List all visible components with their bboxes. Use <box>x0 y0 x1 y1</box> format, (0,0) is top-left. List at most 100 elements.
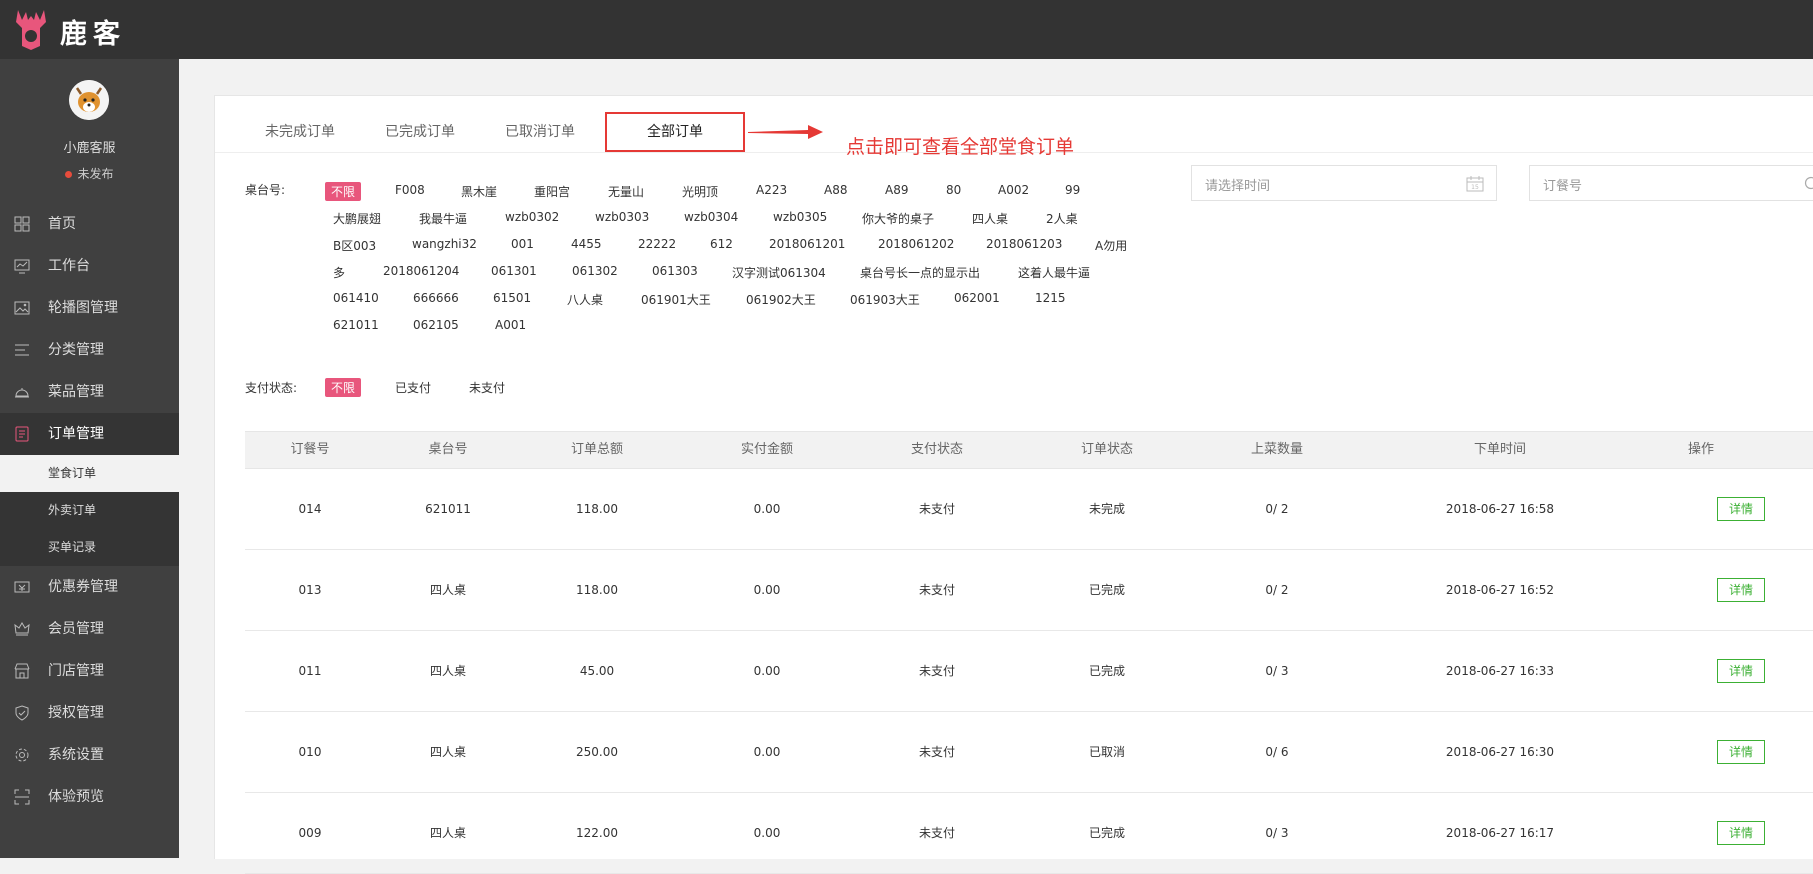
tab-cancelled-orders[interactable]: 已取消订单 <box>505 112 575 152</box>
detail-button[interactable]: 详情 <box>1717 740 1765 764</box>
table-option[interactable]: 无量山 <box>608 183 644 200</box>
order-number-input[interactable]: 订餐号 <box>1529 165 1813 201</box>
table-option[interactable]: 061410 <box>333 291 379 305</box>
table-option[interactable]: A88 <box>824 183 847 197</box>
detail-button[interactable]: 详情 <box>1717 821 1765 845</box>
table-option[interactable]: 061302 <box>572 264 618 278</box>
table-option-all[interactable]: 不限 <box>325 182 361 201</box>
cell-order-time: 2018-06-27 16:58 <box>1392 469 1608 549</box>
cell-total: 118.00 <box>537 469 657 549</box>
cell-order-status: 未完成 <box>1047 469 1167 549</box>
sidebar-item-coupons[interactable]: 优惠券管理 <box>0 566 179 608</box>
pay-option-all[interactable]: 不限 <box>325 378 361 397</box>
table-option[interactable]: wzb0302 <box>505 210 559 224</box>
sidebar-item-workbench[interactable]: 工作台 <box>0 245 179 287</box>
table-option[interactable]: 四人桌 <box>972 210 1008 227</box>
cell-order-time: 2018-06-27 16:17 <box>1392 793 1608 873</box>
sidebar-item-home[interactable]: 首页 <box>0 203 179 245</box>
sidebar-item-settings[interactable]: 系统设置 <box>0 734 179 776</box>
store-icon <box>14 663 30 679</box>
table-option[interactable]: 大鹏展翅 <box>333 210 381 227</box>
table-option[interactable]: 多 <box>333 264 345 281</box>
table-option[interactable]: 061303 <box>652 264 698 278</box>
table-option[interactable]: 2人桌 <box>1046 210 1078 227</box>
tab-all-orders[interactable]: 全部订单 <box>605 112 745 152</box>
table-option[interactable]: wzb0304 <box>684 210 738 224</box>
tab-uncompleted-orders[interactable]: 未完成订单 <box>265 112 335 152</box>
sidebar-item-category[interactable]: 分类管理 <box>0 329 179 371</box>
top-bar: 鹿客 <box>0 0 1813 59</box>
table-option[interactable]: 你大爷的桌子 <box>862 210 934 227</box>
search-icon[interactable] <box>1803 176 1813 192</box>
table-option[interactable]: 80 <box>946 183 961 197</box>
sidebar-item-orders[interactable]: 订单管理 <box>0 413 179 455</box>
table-option[interactable]: 4455 <box>571 237 602 251</box>
annotation-arrow-icon <box>748 122 823 142</box>
table-option[interactable]: 重阳宫 <box>534 183 570 200</box>
table-option[interactable]: 2018061202 <box>878 237 954 251</box>
sidebar-item-label: 首页 <box>48 203 76 245</box>
table-option[interactable]: 001 <box>511 237 534 251</box>
annotation-text: 点击即可查看全部堂食订单 <box>846 132 1074 159</box>
table-option[interactable]: A001 <box>495 318 526 332</box>
table-header: 订餐号 桌台号 订单总额 实付金额 支付状态 订单状态 上菜数量 下单时间 操作 <box>245 431 1813 469</box>
table-option[interactable]: 061901大王 <box>641 291 711 308</box>
table-option[interactable]: A勿用 <box>1095 237 1127 254</box>
sidebar-item-members[interactable]: 会员管理 <box>0 608 179 650</box>
detail-button[interactable]: 详情 <box>1717 659 1765 683</box>
sidebar-item-stores[interactable]: 门店管理 <box>0 650 179 692</box>
table-option[interactable]: A002 <box>998 183 1029 197</box>
table-option[interactable]: 八人桌 <box>567 291 603 308</box>
sidebar-subitem-takeout-orders[interactable]: 外卖订单 <box>0 492 179 529</box>
table-option[interactable]: wangzhi32 <box>412 237 477 251</box>
sidebar-subitem-payment-records[interactable]: 买单记录 <box>0 529 179 566</box>
table-option[interactable]: A223 <box>756 183 787 197</box>
table-option[interactable]: 这着人最牛逼 <box>1018 264 1090 281</box>
table-option[interactable]: 光明顶 <box>682 183 718 200</box>
table-option[interactable]: A89 <box>885 183 908 197</box>
sidebar-item-preview[interactable]: 体验预览 <box>0 776 179 818</box>
avatar[interactable] <box>69 80 109 120</box>
table-option[interactable]: 2018061203 <box>986 237 1062 251</box>
date-picker-input[interactable]: 请选择时间 15 <box>1191 165 1497 201</box>
monitor-icon <box>14 258 30 274</box>
table-option[interactable]: 2018061204 <box>383 264 459 278</box>
detail-button[interactable]: 详情 <box>1717 578 1765 602</box>
table-option[interactable]: 612 <box>710 237 733 251</box>
table-option[interactable]: 666666 <box>413 291 459 305</box>
detail-button[interactable]: 详情 <box>1717 497 1765 521</box>
table-option[interactable]: 1215 <box>1035 291 1066 305</box>
table-option[interactable]: 黑木崖 <box>461 183 497 200</box>
table-option[interactable]: 062001 <box>954 291 1000 305</box>
sidebar-item-authorization[interactable]: 授权管理 <box>0 692 179 734</box>
pay-option-paid[interactable]: 已支付 <box>395 379 431 396</box>
sidebar-item-dishes[interactable]: 菜品管理 <box>0 371 179 413</box>
table-option[interactable]: wzb0305 <box>773 210 827 224</box>
table-row: 013 四人桌 118.00 0.00 未支付 已完成 0/ 2 2018-06… <box>245 550 1813 631</box>
table-option[interactable]: F008 <box>395 183 425 197</box>
table-option[interactable]: 22222 <box>638 237 676 251</box>
tab-completed-orders[interactable]: 已完成订单 <box>385 112 455 152</box>
table-option[interactable]: B区003 <box>333 237 376 254</box>
table-option[interactable]: 061903大王 <box>850 291 920 308</box>
pay-option-unpaid[interactable]: 未支付 <box>469 379 505 396</box>
table-option[interactable]: 621011 <box>333 318 379 332</box>
sidebar-subitem-dine-in-orders[interactable]: 堂食订单 <box>0 455 179 492</box>
column-header: 上菜数量 <box>1217 432 1337 468</box>
table-option[interactable]: 061902大王 <box>746 291 816 308</box>
table-option[interactable]: 桌台号长一点的显示出 <box>860 264 980 281</box>
table-option[interactable]: 061301 <box>491 264 537 278</box>
table-option[interactable]: 99 <box>1065 183 1080 197</box>
table-option[interactable]: 2018061201 <box>769 237 845 251</box>
column-header: 下单时间 <box>1392 432 1608 468</box>
pay-filter-label: 支付状态: <box>245 379 297 396</box>
date-placeholder: 请选择时间 <box>1205 175 1270 194</box>
sidebar-item-carousel[interactable]: 轮播图管理 <box>0 287 179 329</box>
table-option[interactable]: wzb0303 <box>595 210 649 224</box>
sidebar-item-label: 订单管理 <box>48 413 104 455</box>
table-option[interactable]: 汉字测试061304 <box>732 264 826 281</box>
sidebar-item-label: 分类管理 <box>48 329 104 371</box>
table-option[interactable]: 我最牛逼 <box>419 210 467 227</box>
table-option[interactable]: 61501 <box>493 291 531 305</box>
table-option[interactable]: 062105 <box>413 318 459 332</box>
